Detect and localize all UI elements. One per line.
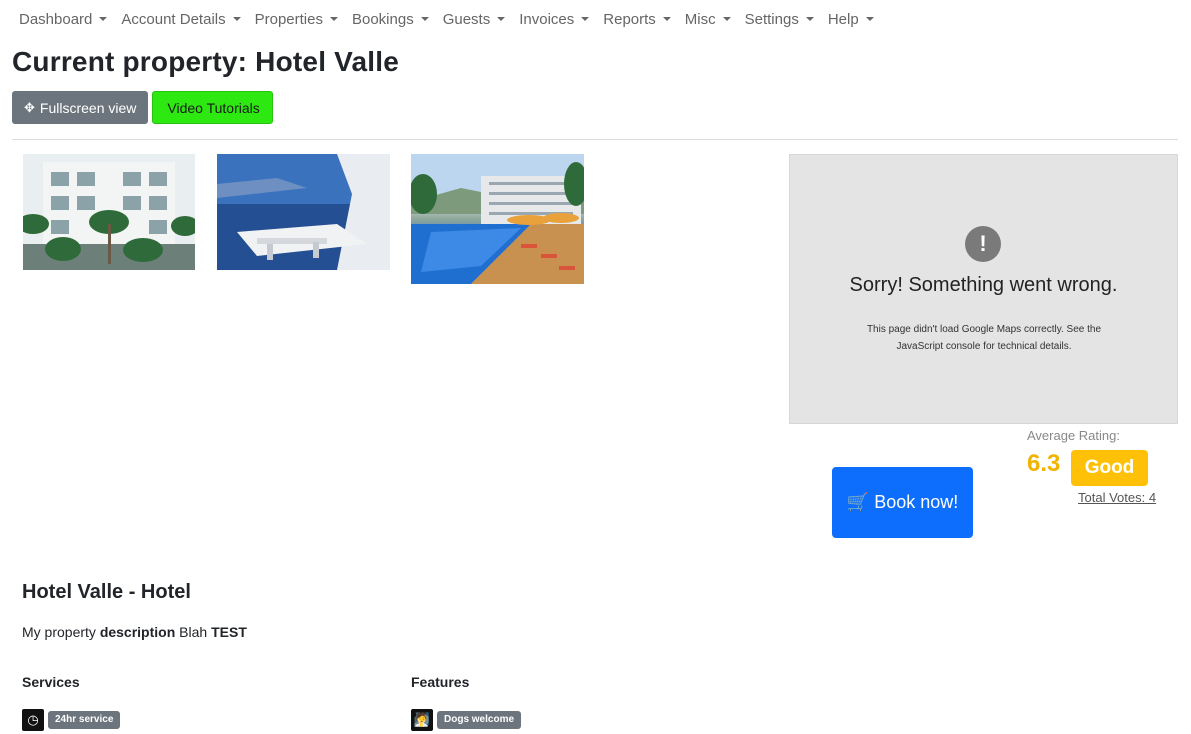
nav-dashboard[interactable]: Dashboard (12, 0, 114, 38)
service-badge: 24hr service (48, 711, 121, 729)
nav-invoices-label: Invoices (519, 10, 575, 28)
nav-invoices[interactable]: Invoices (512, 0, 596, 38)
nav-properties-label: Properties (254, 10, 323, 28)
divider (12, 139, 1178, 140)
map-error-text: This page didn't load Google Maps correc… (866, 324, 1102, 352)
chevron-down-icon (722, 17, 731, 21)
feature-badge: Dogs welcome (437, 711, 522, 729)
cart-icon: 🛒 (846, 492, 870, 512)
error-icon: ! (965, 226, 1001, 262)
fullscreen-label: Fullscreen view (39, 99, 137, 116)
nav-help[interactable]: Help (821, 0, 881, 38)
chevron-down-icon (99, 17, 108, 21)
total-votes-link[interactable]: Total Votes: 4 (1078, 490, 1156, 505)
features-title: Features (411, 674, 470, 690)
average-rating-label: Average Rating: (1027, 428, 1120, 443)
chevron-down-icon (805, 17, 814, 21)
main-navbar: Dashboard Account Details Properties Boo… (0, 0, 881, 38)
video-tutorials-button[interactable]: Video Tutorials (152, 91, 273, 124)
desc-bold-1: description (99, 624, 176, 640)
book-now-content: 🛒 Book now! (847, 489, 959, 516)
nav-settings-label: Settings (744, 10, 799, 28)
service-item: ◷ 24hr service (22, 709, 121, 731)
rating-score: 6.3 (1027, 450, 1061, 477)
chevron-down-icon (420, 17, 429, 21)
map-error-panel: ! Sorry! Something went wrong. This page… (789, 154, 1178, 424)
property-photo-pool[interactable] (411, 154, 584, 284)
page-title: Current property: Hotel Valle (12, 46, 399, 77)
book-now-button[interactable]: 🛒 Book now! (832, 467, 973, 538)
fullscreen-button[interactable]: ✥ Fullscreen view (12, 91, 149, 124)
nav-dashboard-label: Dashboard (19, 10, 93, 28)
terrace-photo-image (217, 154, 390, 270)
chevron-down-icon (865, 17, 874, 21)
nav-guests[interactable]: Guests (436, 0, 513, 38)
feature-item: 🧖 Dogs welcome (411, 709, 522, 731)
nav-account-details[interactable]: Account Details (114, 0, 247, 38)
property-photo-terrace[interactable] (217, 154, 390, 270)
nav-help-label: Help (827, 10, 859, 28)
clock-icon: ◷ (22, 709, 44, 731)
rating-badge: Good (1071, 450, 1148, 486)
chevron-down-icon (581, 17, 590, 21)
building-photo-image (23, 154, 195, 270)
nav-misc-label: Misc (684, 10, 716, 28)
property-description: My property description Blah TEST (22, 624, 247, 640)
book-now-label: Book now! (874, 492, 959, 512)
map-error-heading: Sorry! Something went wrong. (849, 274, 1118, 296)
services-title: Services (22, 674, 80, 690)
desc-mid: Blah (175, 624, 212, 640)
toolbar: ✥ Fullscreen view Video Tutorials (12, 91, 273, 124)
property-photo-building[interactable] (23, 154, 195, 270)
chevron-down-icon (329, 17, 338, 21)
chevron-down-icon (232, 17, 241, 21)
nav-reports[interactable]: Reports (596, 0, 678, 38)
desc-bold-2: TEST (211, 624, 247, 640)
video-tutorials-label: Video Tutorials (167, 99, 260, 116)
nav-account-details-label: Account Details (121, 10, 226, 28)
arrows-move-icon: ✥ (24, 99, 35, 115)
dog-walking-icon: 🧖 (411, 709, 433, 731)
property-heading: Hotel Valle - Hotel (22, 581, 191, 603)
pool-photo-image (411, 154, 584, 284)
nav-guests-label: Guests (442, 10, 491, 28)
nav-properties[interactable]: Properties (248, 0, 345, 38)
nav-misc[interactable]: Misc (678, 0, 738, 38)
chevron-down-icon (662, 17, 671, 21)
nav-bookings[interactable]: Bookings (345, 0, 436, 38)
chevron-down-icon (497, 17, 506, 21)
nav-settings[interactable]: Settings (738, 0, 821, 38)
desc-prefix: My property (22, 624, 100, 640)
nav-bookings-label: Bookings (351, 10, 414, 28)
nav-reports-label: Reports (603, 10, 656, 28)
